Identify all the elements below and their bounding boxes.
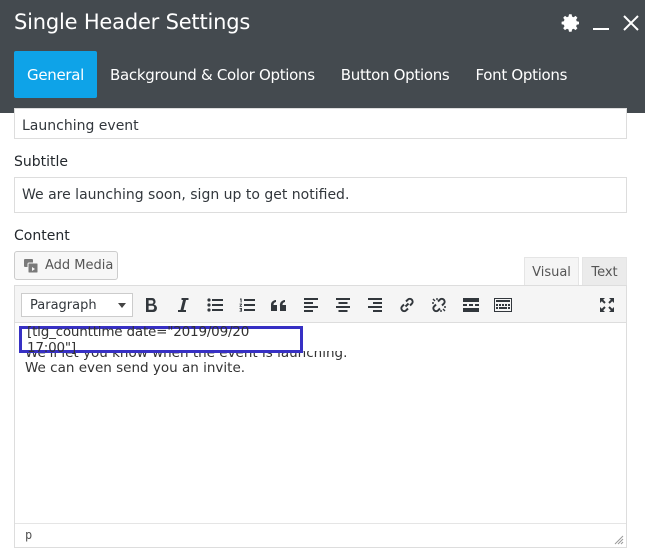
subtitle-field-value: We are launching soon, sign up to get no… <box>22 187 350 203</box>
read-more-icon[interactable] <box>460 294 482 316</box>
align-right-icon[interactable] <box>364 294 386 316</box>
format-select[interactable]: Paragraph <box>21 293 133 317</box>
element-path[interactable]: p <box>25 528 32 542</box>
blockquote-icon[interactable] <box>268 294 290 316</box>
unlink-icon[interactable] <box>428 294 450 316</box>
editor-toolbar: Paragraph <box>15 286 626 323</box>
fullscreen-icon[interactable] <box>596 294 618 316</box>
minimize-icon[interactable] <box>590 12 612 34</box>
add-media-button[interactable]: Add Media <box>14 251 118 280</box>
add-media-label: Add Media <box>45 258 114 273</box>
window-title: Single Header Settings <box>14 10 251 34</box>
content-line-2: We can even send you an invite. <box>25 360 246 376</box>
editor-statusbar: p <box>15 523 626 547</box>
toolbar-toggle-icon[interactable] <box>492 294 514 316</box>
editor-content[interactable]: We'll let you know when the event is lau… <box>15 323 626 523</box>
link-icon[interactable] <box>396 294 418 316</box>
settings-tabs: General Background & Color Options Butto… <box>14 51 580 98</box>
window-header: Single Header Settings General Backgroun… <box>0 0 645 113</box>
content-label: Content <box>14 228 70 244</box>
media-icon <box>24 258 39 273</box>
bold-icon[interactable] <box>140 294 162 316</box>
gear-icon[interactable] <box>560 12 582 34</box>
align-left-icon[interactable] <box>300 294 322 316</box>
tab-visual[interactable]: Visual <box>524 257 579 286</box>
tab-general[interactable]: General <box>14 51 98 98</box>
shortcode-text: [tlg_counttime date="2019/09/20 17:00"] <box>27 323 250 356</box>
shortcode-highlight: [tlg_counttime date="2019/09/20 17:00"] <box>19 323 303 356</box>
tab-button-options[interactable]: Button Options <box>328 51 463 98</box>
tab-text[interactable]: Text <box>582 257 627 286</box>
italic-icon[interactable] <box>172 294 194 316</box>
title-field-value: Launching event <box>22 118 139 134</box>
resize-handle-icon[interactable] <box>614 535 624 545</box>
title-field[interactable]: Launching event <box>14 108 627 139</box>
numbered-list-icon[interactable] <box>236 294 258 316</box>
close-icon[interactable] <box>620 12 642 34</box>
tab-background-color[interactable]: Background & Color Options <box>97 51 328 98</box>
tab-font-options[interactable]: Font Options <box>462 51 580 98</box>
align-center-icon[interactable] <box>332 294 354 316</box>
subtitle-field[interactable]: We are launching soon, sign up to get no… <box>14 177 627 213</box>
bulleted-list-icon[interactable] <box>204 294 226 316</box>
content-editor: Paragraph We'll let you know when the ev… <box>14 285 627 548</box>
format-select-value: Paragraph <box>30 297 97 313</box>
chevron-down-icon <box>118 303 126 308</box>
subtitle-label: Subtitle <box>14 154 69 170</box>
